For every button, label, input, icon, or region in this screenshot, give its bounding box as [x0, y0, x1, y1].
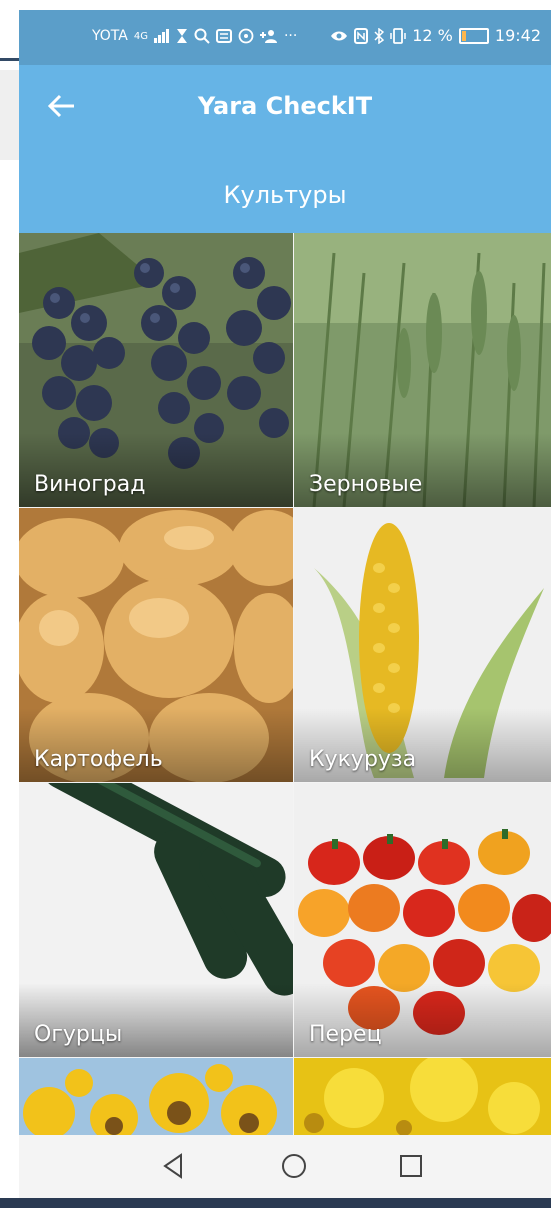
message-icon: [215, 29, 232, 43]
wheat-image: [294, 233, 551, 507]
background-margin: [0, 0, 19, 1208]
crop-tile-cucumbers[interactable]: Огурцы: [19, 783, 293, 1057]
sunflowers-image: [19, 1058, 293, 1135]
rapeseed-image: [294, 1058, 551, 1135]
crop-label: Виноград: [34, 472, 146, 497]
search-icon: [194, 28, 210, 44]
crop-label: Кукуруза: [309, 747, 417, 772]
section-title: Культуры: [223, 181, 347, 209]
crop-label: Картофель: [34, 747, 163, 772]
background-stripe: [0, 70, 19, 160]
status-time: 19:42: [494, 26, 541, 45]
crop-tile-grains[interactable]: Зерновые: [294, 233, 551, 507]
network-label: 4G: [133, 30, 148, 42]
app-title: Yara CheckIT: [197, 92, 373, 120]
eye-icon: [331, 31, 348, 40]
nfc-icon: [354, 27, 369, 44]
status-right: 12 % 19:42: [330, 26, 541, 45]
crop-grid: Виноград Зерновые Картофель Кукуруза Огу…: [19, 233, 551, 1135]
square-recents-icon[interactable]: [396, 1151, 426, 1181]
background-line: [0, 58, 19, 61]
crop-tile-corn[interactable]: Кукуруза: [294, 508, 551, 782]
crop-tile-rapeseed[interactable]: [294, 1058, 551, 1135]
crop-tile-peppers[interactable]: Перец: [294, 783, 551, 1057]
circle-home-icon[interactable]: [279, 1151, 309, 1181]
hourglass-icon: [176, 29, 187, 43]
crop-tile-potatoes[interactable]: Картофель: [19, 508, 293, 782]
vibrate-icon: [390, 27, 406, 44]
bluetooth-icon: [374, 27, 385, 44]
phone-screen: YOTA 4G ··· 12 % 19:42 Yara CheckIT Куль…: [19, 10, 551, 1198]
app-bar: Yara CheckIT Культуры: [19, 65, 551, 233]
status-bar: YOTA 4G ··· 12 % 19:42: [19, 10, 551, 65]
add-contact-icon: [259, 30, 277, 43]
carrier-label: YOTA: [92, 28, 128, 44]
crop-label: Зерновые: [309, 472, 423, 497]
viber-icon: [238, 28, 254, 44]
crop-label: Огурцы: [34, 1022, 123, 1047]
crop-label: Перец: [309, 1022, 382, 1047]
battery-icon: [458, 27, 489, 44]
bottom-edge-bar: [0, 1198, 551, 1208]
navigation-bar: [19, 1135, 551, 1198]
corn-image: [294, 508, 551, 782]
crop-tile-sunflowers[interactable]: [19, 1058, 293, 1135]
battery-percent: 12 %: [412, 26, 453, 45]
peppers-image: [294, 783, 551, 1057]
crop-tile-grapes[interactable]: Виноград: [19, 233, 293, 507]
triangle-back-icon[interactable]: [159, 1151, 189, 1181]
cucumbers-image: [19, 783, 293, 1057]
potatoes-image: [19, 508, 293, 782]
grapes-image: [19, 233, 293, 507]
signal-icon: [153, 29, 169, 43]
status-left: YOTA 4G ···: [92, 28, 297, 44]
more-icon: ···: [283, 28, 298, 44]
